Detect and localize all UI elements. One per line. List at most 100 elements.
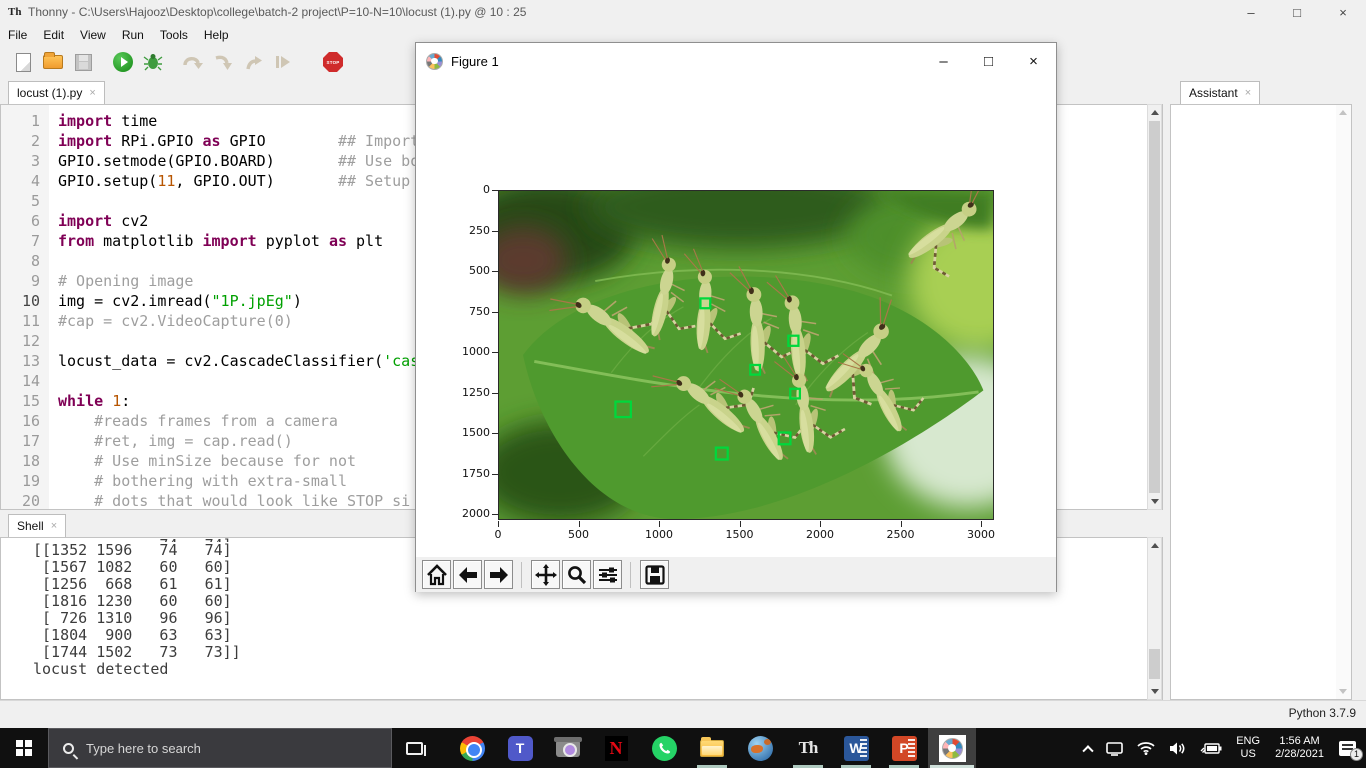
back-button[interactable] <box>453 560 482 589</box>
menu-help[interactable]: Help <box>196 26 237 44</box>
y-tick-label: 1250 <box>450 386 490 399</box>
taskbar-file-explorer[interactable] <box>688 728 736 768</box>
code-line: 8 <box>1 251 428 271</box>
figure-title-bar[interactable]: Figure 1 – □ × <box>416 43 1056 79</box>
editor-scrollbar-thumb[interactable] <box>1149 121 1160 493</box>
code-text: while 1: <box>49 391 130 411</box>
taskbar-tor-browser[interactable] <box>736 728 784 768</box>
open-file-button[interactable] <box>40 49 66 75</box>
word-icon: W <box>844 736 869 761</box>
y-tick-label: 1500 <box>450 426 490 439</box>
debug-script-button[interactable] <box>140 49 166 75</box>
sliders-icon <box>597 564 619 586</box>
taskbar-chrome[interactable] <box>448 728 496 768</box>
shell-scrollbar[interactable] <box>1147 537 1162 700</box>
assistant-tab-bar: Assistant × <box>1170 80 1352 104</box>
taskbar-teams[interactable]: T <box>496 728 544 768</box>
close-button[interactable]: × <box>1320 0 1366 24</box>
taskbar-search[interactable]: Type here to search <box>48 728 392 768</box>
tab-shell[interactable]: Shell × <box>8 514 66 537</box>
run-play-icon <box>113 52 133 72</box>
code-text: #cap = cv2.VideoCapture(0) <box>49 311 293 331</box>
y-tick-label: 0 <box>450 183 490 196</box>
stop-restart-button[interactable]: STOP <box>320 49 346 75</box>
start-button[interactable] <box>0 728 48 768</box>
figure-maximize-button[interactable]: □ <box>966 43 1011 79</box>
tab-close-icon[interactable]: × <box>89 87 95 99</box>
taskbar-powerpoint[interactable]: P <box>880 728 928 768</box>
scroll-up-icon[interactable] <box>1151 110 1159 115</box>
task-view-button[interactable] <box>392 728 436 768</box>
windows-taskbar: Type here to search T N Th W P <box>0 728 1366 768</box>
taskbar-matplotlib-figure[interactable] <box>928 728 976 768</box>
editor-tab-label: locust (1).py <box>17 86 82 100</box>
save-file-button[interactable] <box>70 49 96 75</box>
tab-locust-py[interactable]: locust (1).py × <box>8 81 105 104</box>
line-number: 20 <box>1 491 49 510</box>
tray-battery-icon[interactable] <box>1200 742 1222 755</box>
zoom-button[interactable] <box>562 560 591 589</box>
maximize-button[interactable]: □ <box>1274 0 1320 24</box>
tray-wifi-icon[interactable] <box>1137 741 1155 755</box>
menu-view[interactable]: View <box>72 26 114 44</box>
shell-line: [1567 1082 60 60] <box>33 559 241 576</box>
menu-run[interactable]: Run <box>114 26 152 44</box>
tray-clock[interactable]: 1:56 AM 2/28/2021 <box>1275 735 1324 761</box>
task-view-icon <box>406 742 423 755</box>
code-line: 2import RPi.GPIO as GPIO ## Import <box>1 131 428 151</box>
shell-scrollbar-thumb[interactable] <box>1149 649 1160 679</box>
step-into-icon <box>213 53 233 71</box>
taskbar-camera[interactable] <box>544 728 592 768</box>
run-script-button[interactable] <box>110 49 136 75</box>
matplotlib-window-icon <box>939 735 966 762</box>
taskbar-whatsapp[interactable] <box>640 728 688 768</box>
step-into-button[interactable] <box>210 49 236 75</box>
shell-tab-close-icon[interactable]: × <box>51 520 57 532</box>
menu-tools[interactable]: Tools <box>152 26 196 44</box>
new-file-button[interactable] <box>10 49 36 75</box>
save-icon <box>75 54 92 71</box>
plot-area <box>498 190 994 520</box>
subplots-config-button[interactable] <box>593 560 622 589</box>
action-center-button[interactable]: 1 <box>1339 741 1356 756</box>
assistant-tab-close-icon[interactable]: × <box>1245 87 1251 99</box>
x-tick-label: 1500 <box>718 528 762 541</box>
line-number: 11 <box>1 311 49 331</box>
taskbar-thonny[interactable]: Th <box>784 728 832 768</box>
code-line: 10img = cv2.imread("1P.jpEg") <box>1 291 428 311</box>
menu-edit[interactable]: Edit <box>35 26 72 44</box>
scroll-down-icon[interactable] <box>1151 499 1159 504</box>
tray-volume-icon[interactable] <box>1169 741 1186 756</box>
step-out-button[interactable] <box>240 49 266 75</box>
tray-chevron-up-icon[interactable] <box>1084 744 1092 752</box>
home-button[interactable] <box>422 560 451 589</box>
teams-icon: T <box>508 736 533 761</box>
menu-file[interactable]: File <box>0 26 35 44</box>
matplotlib-figure-window[interactable]: Figure 1 – □ × <box>415 42 1057 592</box>
forward-button[interactable] <box>484 560 513 589</box>
minimize-button[interactable]: – <box>1228 0 1274 24</box>
x-tick-label: 0 <box>476 528 520 541</box>
scroll-down-icon[interactable] <box>1151 689 1159 694</box>
figure-minimize-button[interactable]: – <box>921 43 966 79</box>
x-tick-mark <box>498 521 499 527</box>
figure-close-button[interactable]: × <box>1011 43 1056 79</box>
assistant-scrollbar[interactable] <box>1336 105 1351 699</box>
y-tick-mark <box>492 271 498 272</box>
save-figure-button[interactable] <box>640 560 669 589</box>
step-over-button[interactable] <box>180 49 206 75</box>
y-tick-mark <box>492 352 498 353</box>
pan-button[interactable] <box>531 560 560 589</box>
tray-connect-icon[interactable] <box>1106 741 1123 756</box>
scroll-up-icon[interactable] <box>1151 543 1159 548</box>
taskbar-netflix[interactable]: N <box>592 728 640 768</box>
x-tick-mark <box>659 521 660 527</box>
tray-language-switcher[interactable]: ENG US <box>1236 735 1260 761</box>
resume-button[interactable] <box>270 49 296 75</box>
system-tray: ENG US 1:56 AM 2/28/2021 1 <box>1077 728 1358 768</box>
language-region: US <box>1236 748 1260 761</box>
x-tick-mark <box>740 521 741 527</box>
tab-assistant[interactable]: Assistant × <box>1180 81 1260 104</box>
editor-scrollbar[interactable] <box>1147 104 1162 510</box>
taskbar-word[interactable]: W <box>832 728 880 768</box>
